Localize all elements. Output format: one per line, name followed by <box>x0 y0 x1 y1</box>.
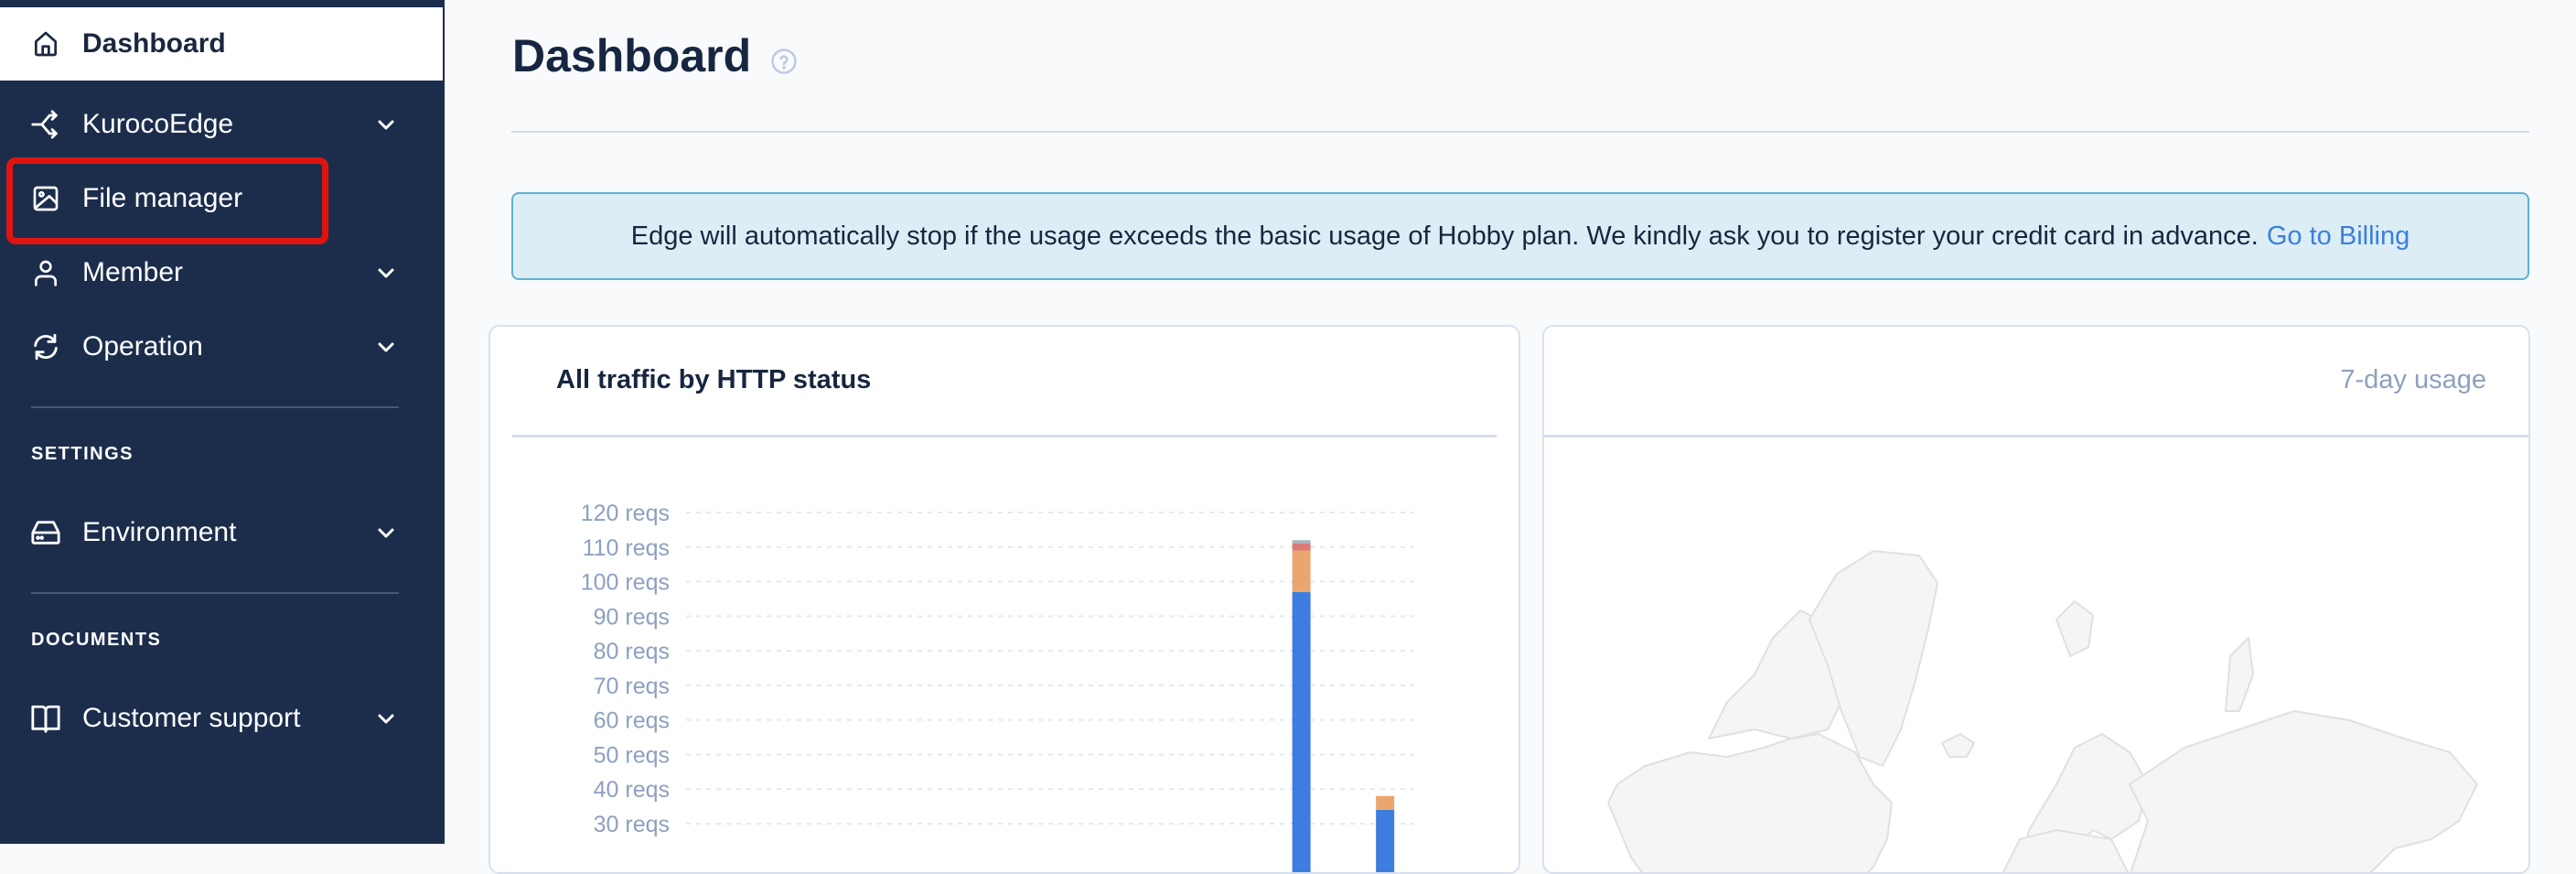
page-title: Dashboard <box>512 30 752 81</box>
sidebar-item-label: Environment <box>82 517 237 547</box>
book-icon <box>30 703 61 734</box>
y-tick-label: 80 reqs <box>594 639 670 664</box>
edge-arrows-icon <box>30 109 61 140</box>
home-icon <box>30 28 61 59</box>
user-icon <box>30 257 61 288</box>
y-tick-label: 100 reqs <box>581 570 670 596</box>
bar-segment-5xx[interactable] <box>1292 540 1311 544</box>
sidebar-item-label: KurocoEdge <box>82 109 234 139</box>
sidebar-item-label: Dashboard <box>82 28 226 59</box>
bar-segment-2xx[interactable] <box>1376 809 1395 874</box>
sidebar-divider <box>31 406 399 408</box>
sidebar-divider <box>31 592 399 594</box>
sidebar-item-label: File manager <box>82 183 243 213</box>
sidebar-item-member[interactable]: Member <box>0 236 445 309</box>
sidebar-item-label: Customer support <box>82 703 301 733</box>
server-icon <box>30 517 61 548</box>
section-title-settings: SETTINGS <box>31 444 134 464</box>
sidebar-item-operation[interactable]: Operation <box>0 310 445 383</box>
map-region-iceland <box>1941 733 1975 758</box>
y-tick-label: 120 reqs <box>581 501 670 526</box>
chevron-down-icon <box>378 268 394 278</box>
go-to-billing-link[interactable]: Go to Billing <box>2267 221 2410 252</box>
y-tick-label: 90 reqs <box>594 604 670 630</box>
sidebar: Dashboard KurocoEdge File manager Member… <box>0 0 445 844</box>
sidebar-item-file-manager[interactable]: File manager <box>0 162 445 235</box>
chevron-down-icon <box>378 528 394 538</box>
chevron-down-icon <box>378 342 394 352</box>
bar-segment-2xx[interactable] <box>1292 591 1311 874</box>
section-title-documents: DOCUMENTS <box>31 630 162 650</box>
usage-period-label[interactable]: 7-day usage <box>2340 365 2486 395</box>
map-region-asia <box>2129 710 2478 872</box>
alert-message: Edge will automatically stop if the usag… <box>630 221 2259 251</box>
sidebar-item-label: Member <box>82 257 184 287</box>
map-region-greenland <box>1809 550 1938 767</box>
sidebar-item-dashboard[interactable]: Dashboard <box>0 7 443 81</box>
sidebar-item-customer-support[interactable]: Customer support <box>0 682 445 755</box>
map-region-svalbard <box>2055 600 2094 657</box>
y-tick-label: 50 reqs <box>594 742 670 768</box>
map-region-novaya-zemlya <box>2225 637 2254 712</box>
chevron-down-icon <box>378 120 394 130</box>
image-icon <box>30 183 61 214</box>
title-divider <box>511 131 2529 133</box>
traffic-chart: 30 reqs 40 reqs 50 reqs 60 reqs 70 reqs 80 re… <box>581 501 1414 874</box>
traffic-card: All traffic by HTTP status 30 reqs 40 req… <box>488 325 1520 874</box>
sidebar-item-label: Operation <box>82 331 203 361</box>
world-map <box>1607 550 2478 872</box>
question-circle-icon[interactable] <box>770 48 798 75</box>
y-tick-label: 110 reqs <box>583 535 670 561</box>
bar-segment-3xx[interactable] <box>1376 795 1395 810</box>
main-content: Dashboard Edge will automatically stop i… <box>445 0 2576 874</box>
y-tick-label: 40 reqs <box>594 777 670 803</box>
map-region-north-america <box>1607 733 1893 872</box>
y-tick-label: 70 reqs <box>594 674 670 699</box>
sidebar-item-environment[interactable]: Environment <box>0 496 445 569</box>
billing-alert: Edge will automatically stop if the usag… <box>511 192 2529 280</box>
y-tick-label: 60 reqs <box>594 708 670 734</box>
bar-segment-4xx[interactable] <box>1292 544 1311 551</box>
chevron-down-icon <box>378 714 394 724</box>
usage-map-card: 7-day usage <box>1542 325 2530 874</box>
y-tick-label: 30 reqs <box>594 812 670 837</box>
refresh-icon <box>30 331 61 362</box>
bar-segment-3xx[interactable] <box>1292 550 1311 592</box>
sidebar-item-kurocoedge[interactable]: KurocoEdge <box>0 88 445 161</box>
